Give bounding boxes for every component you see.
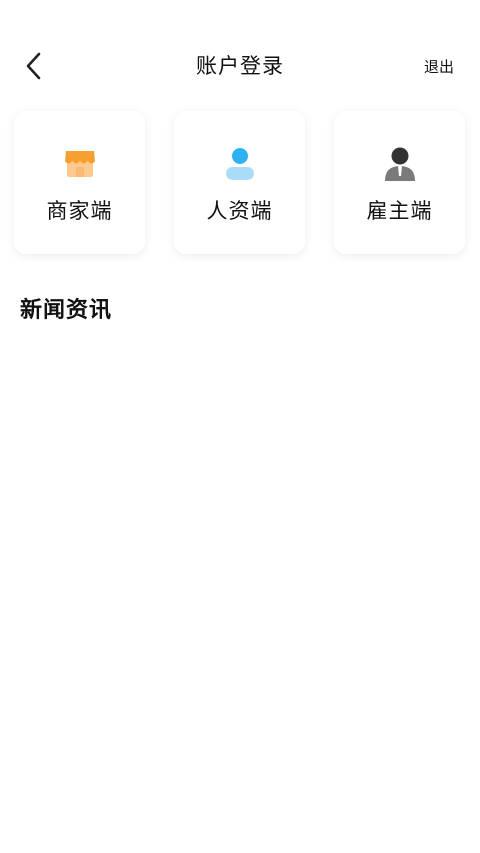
hr-label: 人资端 — [206, 199, 273, 223]
page-title: 账户登录 — [196, 54, 284, 78]
store-icon — [64, 151, 95, 177]
role-cards: 商家端 人资端 雇主端 — [14, 111, 466, 254]
hr-card[interactable]: 人资端 — [174, 111, 305, 254]
merchant-label: 商家端 — [46, 199, 113, 223]
news-section-title: 新闻资讯 — [20, 298, 113, 323]
merchant-card[interactable]: 商家端 — [14, 111, 145, 254]
person-icon — [225, 148, 254, 180]
logout-button[interactable]: 退出 — [424, 56, 454, 78]
employer-card[interactable]: 雇主端 — [334, 111, 465, 254]
employer-icon — [384, 147, 415, 181]
employer-label: 雇主端 — [366, 199, 433, 223]
